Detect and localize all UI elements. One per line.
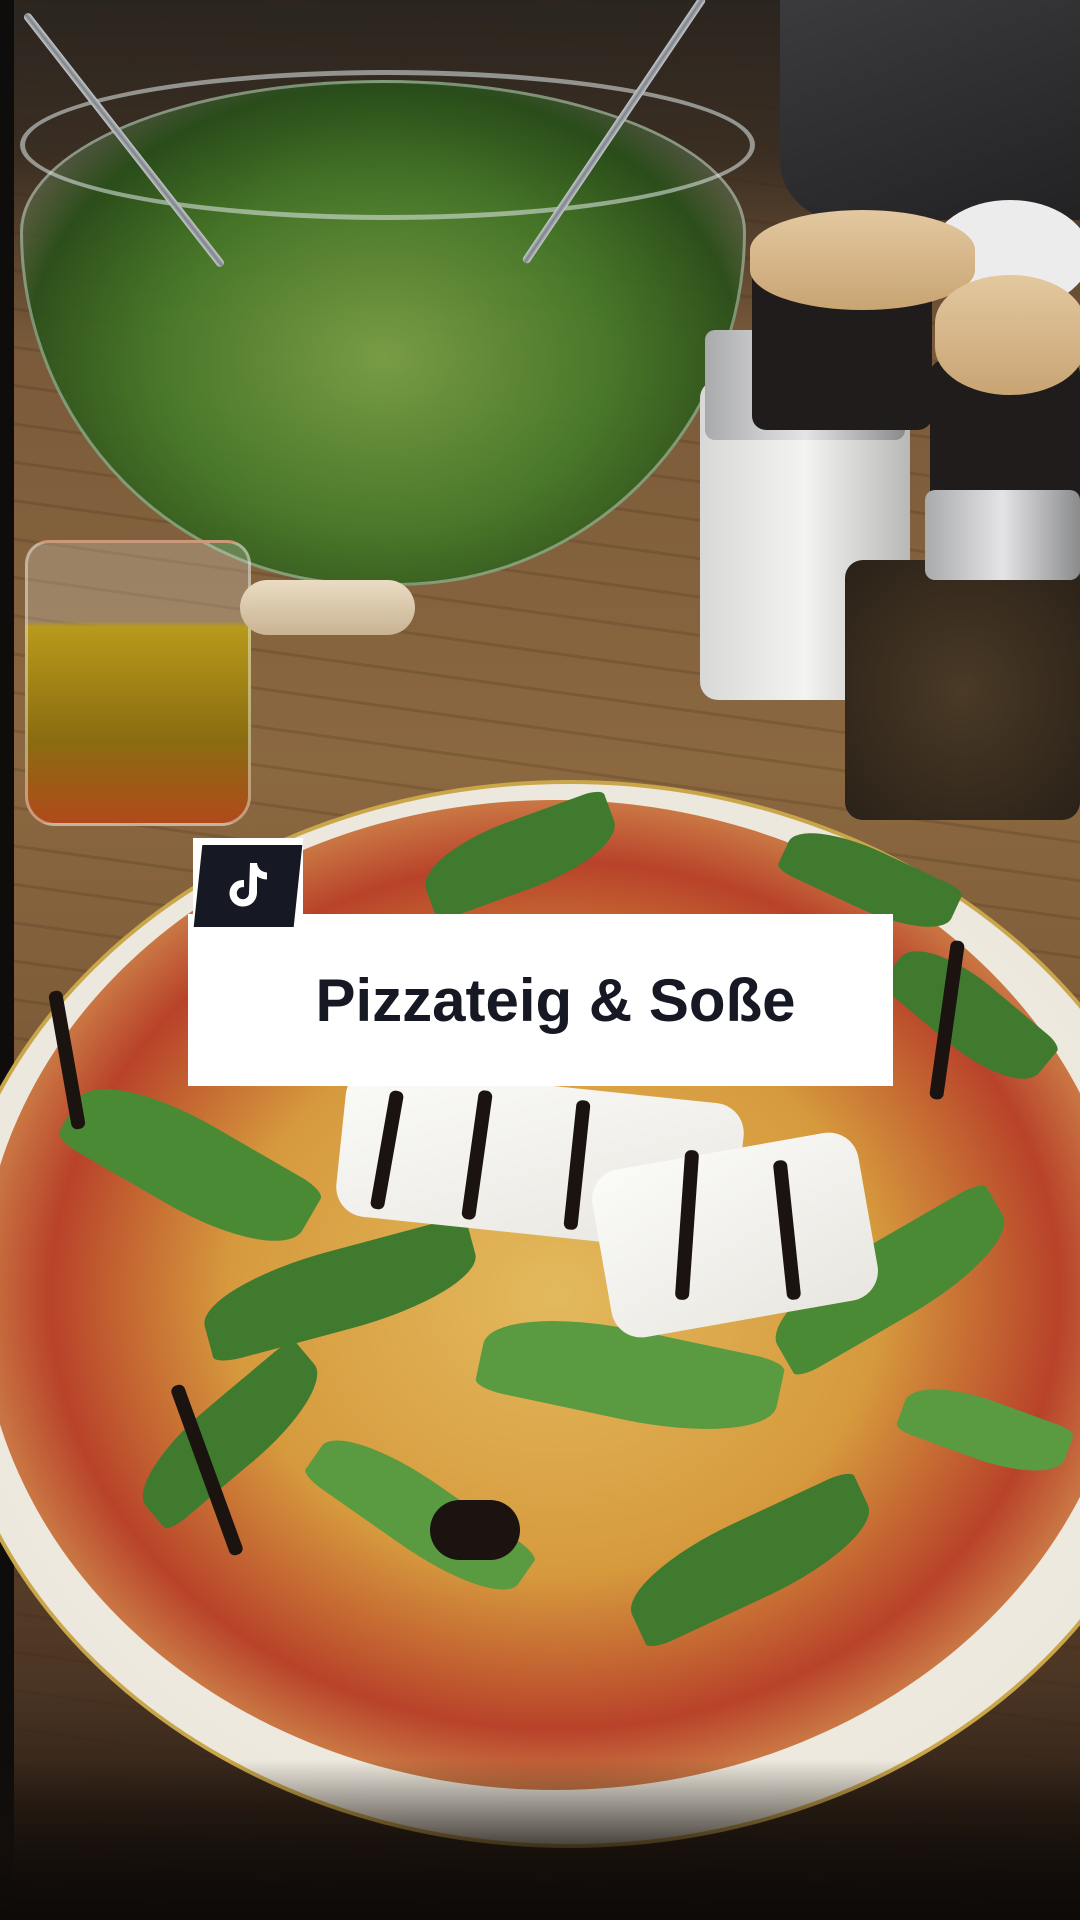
tiktok-logo-icon xyxy=(193,844,303,927)
pepper-grinder-band xyxy=(925,490,1080,580)
salt-grinder-lid xyxy=(750,210,975,310)
video-title: Pizzateig & Soße xyxy=(315,966,796,1034)
title-card: Pizzateig & Soße xyxy=(188,914,893,1086)
video-frame: Pizzateig & Soße xyxy=(0,0,1080,1920)
jug-wooden-handle xyxy=(240,580,415,635)
pepper-grinder xyxy=(845,560,1080,820)
balsamic-drizzle xyxy=(430,1500,520,1560)
left-edge-strip xyxy=(0,0,14,1920)
bottom-shadow xyxy=(0,1760,1080,1920)
pepper-grinder-lid xyxy=(935,275,1080,395)
chair-back xyxy=(780,0,1080,220)
chili-oil-jug xyxy=(25,540,251,826)
tiktok-logo-badge xyxy=(193,838,303,933)
